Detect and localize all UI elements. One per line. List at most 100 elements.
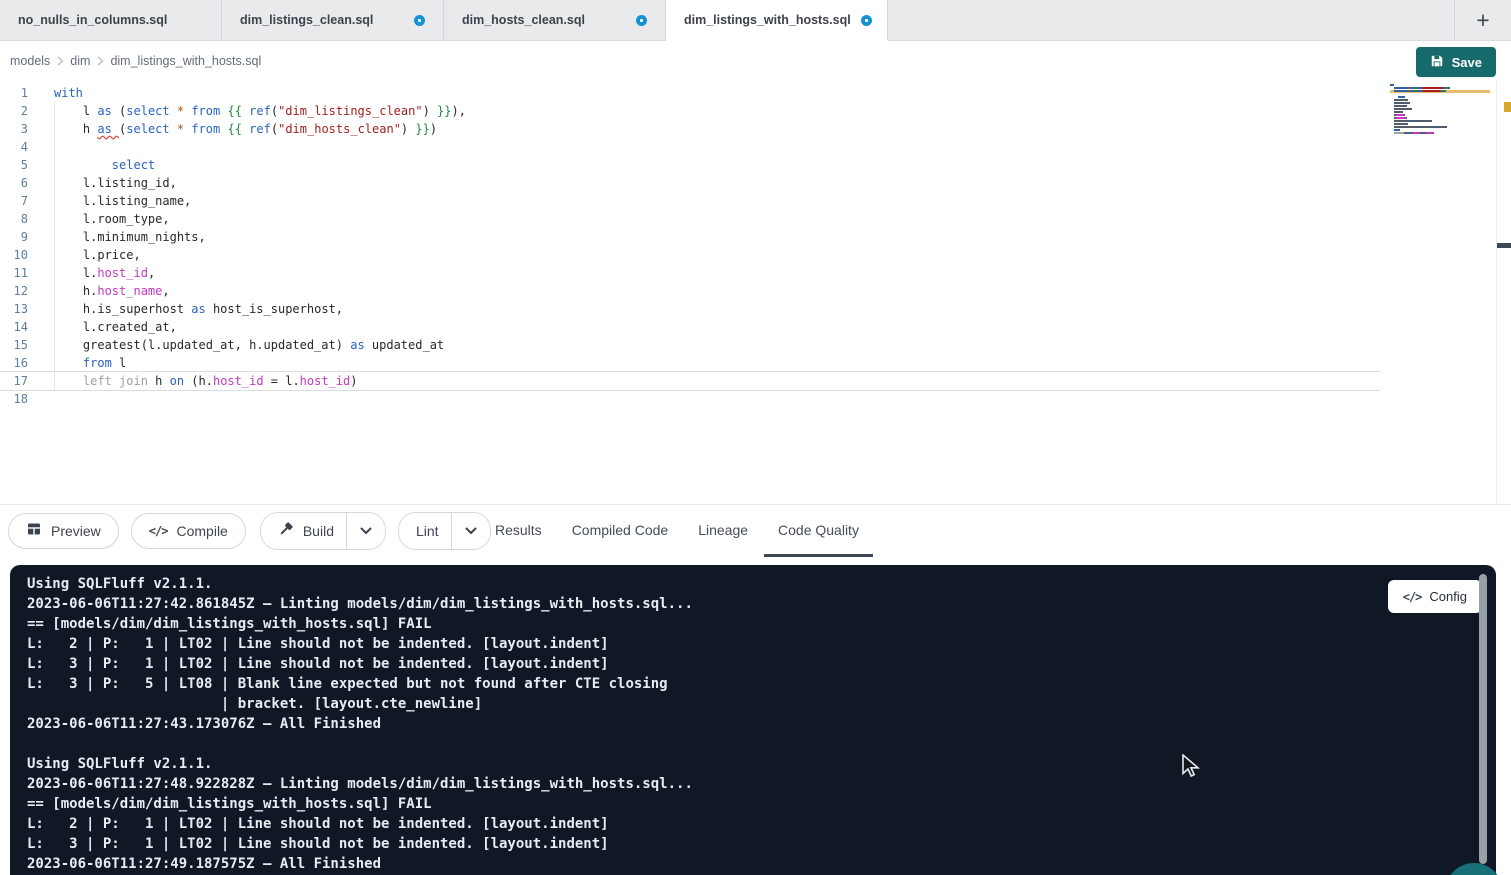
code-line[interactable]: l.host_id, [54, 264, 466, 282]
tab-code-quality[interactable]: Code Quality [764, 505, 873, 557]
minimap-line [1390, 111, 1490, 113]
code-line[interactable]: l.created_at, [54, 318, 466, 336]
ruler-position-marker [1497, 243, 1511, 248]
ruler-warning-marker [1504, 102, 1511, 112]
unsaved-changes-icon [861, 15, 872, 26]
line-number: 7 [0, 192, 28, 210]
config-button[interactable]: </> Config [1388, 580, 1482, 613]
compile-button[interactable]: </> Compile [131, 513, 246, 549]
breadcrumb-current-file: dim_listings_with_hosts.sql [110, 54, 261, 68]
code-line[interactable]: l.price, [54, 246, 466, 264]
minimap[interactable] [1390, 84, 1490, 144]
minimap-line [1390, 105, 1490, 107]
minimap-line [1390, 96, 1490, 98]
code-line[interactable]: l.listing_name, [54, 192, 466, 210]
terminal-scrollbar[interactable] [1479, 574, 1487, 864]
code-line[interactable]: greatest(l.updated_at, h.updated_at) as … [54, 336, 466, 354]
minimap-line [1390, 93, 1490, 95]
tab-label: dim_hosts_clean.sql [462, 13, 585, 27]
code-line[interactable]: l as (select * from {{ ref("dim_listings… [54, 102, 466, 120]
code-line[interactable] [54, 390, 466, 408]
breadcrumb-dim[interactable]: dim [70, 54, 90, 68]
unsaved-changes-icon [414, 15, 425, 26]
minimap-line [1390, 123, 1490, 125]
terminal-lines: Using SQLFluff v2.1.1. 2023-06-06T11:27:… [10, 565, 1496, 874]
code-line[interactable]: l.listing_id, [54, 174, 466, 192]
code-line[interactable]: h.host_name, [54, 282, 466, 300]
minimap-line [1390, 99, 1490, 101]
minimap-line [1390, 120, 1490, 122]
save-icon [1430, 54, 1444, 71]
code-line[interactable]: with [54, 84, 466, 102]
minimap-line [1390, 102, 1490, 104]
code-line[interactable]: l.minimum_nights, [54, 228, 466, 246]
minimap-line [1390, 87, 1490, 89]
line-number: 8 [0, 210, 28, 228]
code-editor[interactable]: 123456789101112131415161718 with l as (s… [0, 80, 1511, 504]
line-number: 17 [0, 372, 28, 390]
tab-label: dim_listings_with_hosts.sql [684, 13, 851, 27]
build-label: Build [303, 523, 334, 539]
terminal-output-panel[interactable]: Using SQLFluff v2.1.1. 2023-06-06T11:27:… [10, 565, 1496, 875]
chevron-right-icon [55, 55, 65, 67]
code-line[interactable]: h as (select * from {{ ref("dim_hosts_cl… [54, 120, 466, 138]
tab-label: dim_listings_clean.sql [240, 13, 373, 27]
code-icon: </> [1403, 590, 1422, 604]
config-label: Config [1429, 589, 1467, 604]
code-line[interactable]: h.is_superhost as host_is_superhost, [54, 300, 466, 318]
minimap-line [1390, 132, 1490, 134]
action-toolbar: Preview </> Compile Build [0, 504, 1511, 556]
minimap-line [1390, 90, 1490, 92]
line-number: 4 [0, 138, 28, 156]
breadcrumb: models dim dim_listings_with_hosts.sql [0, 41, 1511, 80]
lint-label: Lint [416, 523, 439, 539]
line-number: 13 [0, 300, 28, 318]
tab-results[interactable]: Results [481, 505, 556, 557]
dbt-ide-window: no_nulls_in_columns.sql dim_listings_cle… [0, 0, 1511, 875]
tab-no-nulls-in-columns[interactable]: no_nulls_in_columns.sql [0, 0, 222, 40]
breadcrumb-models[interactable]: models [10, 54, 50, 68]
code-line[interactable] [54, 138, 466, 156]
code-line[interactable]: l.room_type, [54, 210, 466, 228]
preview-button[interactable]: Preview [8, 513, 119, 549]
code-line[interactable]: select [54, 156, 466, 174]
minimap-line [1390, 117, 1490, 119]
build-dropdown-button[interactable] [346, 513, 385, 549]
table-icon [26, 521, 42, 540]
code-line[interactable]: from l [54, 354, 466, 372]
chevron-down-icon [465, 523, 477, 538]
build-button[interactable]: Build [261, 513, 346, 549]
tabbar-right-controls: + [1454, 0, 1511, 40]
code-icon: </> [149, 524, 168, 538]
lint-button[interactable]: Lint [399, 513, 451, 549]
build-split-button: Build [260, 512, 386, 550]
code-lines[interactable]: with l as (select * from {{ ref("dim_lis… [54, 84, 466, 408]
tab-dim-listings-with-hosts[interactable]: dim_listings_with_hosts.sql [666, 0, 888, 40]
new-tab-button[interactable]: + [1455, 0, 1511, 40]
editor-tab-bar: no_nulls_in_columns.sql dim_listings_cle… [0, 0, 1511, 41]
save-button[interactable]: Save [1416, 47, 1496, 77]
unsaved-changes-icon [636, 15, 647, 26]
line-number: 1 [0, 84, 28, 102]
tab-lineage[interactable]: Lineage [684, 505, 762, 557]
line-number: 15 [0, 336, 28, 354]
chevron-right-icon [95, 55, 105, 67]
code-line[interactable]: left join h on (h.host_id = l.host_id) [54, 372, 466, 390]
tab-dim-hosts-clean[interactable]: dim_hosts_clean.sql [444, 0, 666, 40]
line-number: 12 [0, 282, 28, 300]
tab-dim-listings-clean[interactable]: dim_listings_clean.sql [222, 0, 444, 40]
tab-compiled-code[interactable]: Compiled Code [558, 505, 683, 557]
hammer-icon [278, 521, 294, 540]
line-number: 6 [0, 174, 28, 192]
minimap-line [1390, 108, 1490, 110]
minimap-lines [1390, 84, 1490, 137]
preview-label: Preview [51, 523, 101, 539]
line-number: 11 [0, 264, 28, 282]
line-number: 14 [0, 318, 28, 336]
line-number: 16 [0, 354, 28, 372]
minimap-line [1390, 114, 1490, 116]
tab-label: no_nulls_in_columns.sql [18, 13, 167, 27]
minimap-line [1390, 84, 1490, 86]
overview-ruler [1496, 80, 1511, 504]
minimap-line [1390, 126, 1490, 128]
